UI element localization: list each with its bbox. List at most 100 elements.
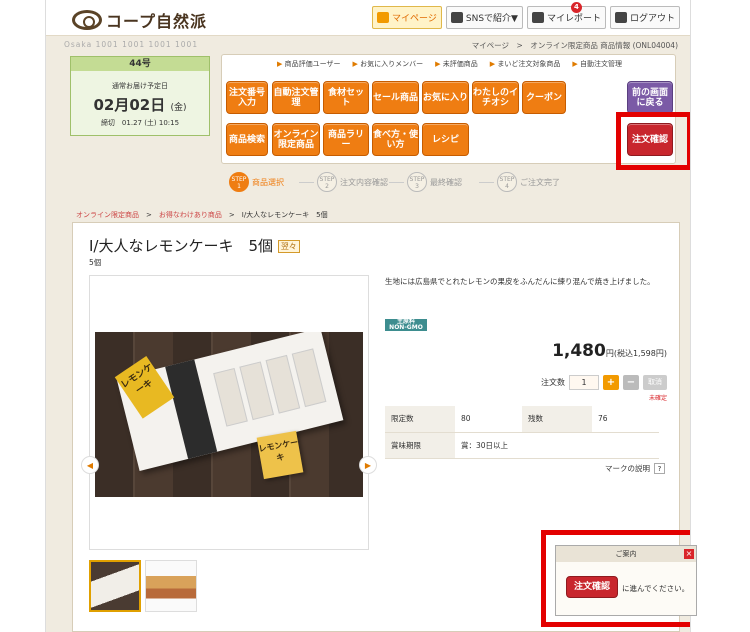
logout-button[interactable]: ログアウト xyxy=(609,6,680,29)
myreport-button[interactable]: マイレポート 4 xyxy=(526,2,606,29)
step-connector xyxy=(389,182,404,183)
cancel-button[interactable]: 取消 xyxy=(643,375,667,390)
sns-share-button[interactable]: SNSで紹介▼ xyxy=(445,6,523,29)
box-band xyxy=(165,359,218,459)
product-image-viewer: レモンケーキ レモンケーキ ◀ ▶ xyxy=(81,275,377,592)
spec-value: 賞：30日以上 xyxy=(455,432,659,459)
spec-value: 76 xyxy=(592,406,659,433)
delivery-info: 44号 通常お届け予定日 02月02日 (金) 締切 01.27 (土) 10:… xyxy=(70,56,210,136)
tile-sale[interactable]: セール商品 xyxy=(372,81,419,114)
next-image-arrow[interactable]: ▶ xyxy=(359,456,377,474)
cake-label: レモンケーキ xyxy=(256,430,304,480)
breadcrumb-online[interactable]: オンライン限定商品 xyxy=(76,211,139,219)
sub-header: Osaka 1001 1001 1001 1001 マイページ > オンライン限… xyxy=(46,36,690,52)
tile-order-number[interactable]: 注文番号入力 xyxy=(226,81,268,114)
coop-logo-icon xyxy=(72,10,102,30)
breadcrumb-current: I/大人なレモンケーキ 5個 xyxy=(241,211,328,219)
nav-link[interactable]: ▶ まいど注文対象商品 xyxy=(490,59,561,69)
increment-button[interactable]: + xyxy=(603,375,619,390)
prev-image-arrow[interactable]: ◀ xyxy=(81,456,99,474)
nav-panel: ▶ 商品評価ユーザー ▶ お気に入りメンバー ▶ 未評価商品 ▶ まいど注文対象… xyxy=(221,54,676,164)
tile-auto-order[interactable]: 自動注文管理 xyxy=(272,81,320,114)
step-3-badge: STEP 3 xyxy=(407,172,427,192)
tile-online-limited[interactable]: オンライン限定商品 xyxy=(272,123,320,156)
tile-search[interactable]: 商品検索 xyxy=(226,123,268,156)
mark-help-link[interactable]: マークの説明? xyxy=(605,463,665,474)
spec-key: 残数 xyxy=(522,406,592,433)
delivery-week: 44号 xyxy=(71,57,209,71)
step-3: STEP 3 最終確認 xyxy=(407,172,462,192)
table-row: 限定数 80 残数 76 xyxy=(385,406,659,433)
member-name: Osaka 1001 1001 1001 1001 xyxy=(64,40,199,49)
thumbnail-1[interactable] xyxy=(89,560,141,612)
highlight-box xyxy=(616,112,690,170)
tile-favorites[interactable]: お気に入り xyxy=(422,81,469,114)
price-suffix: 円(税込1,598円) xyxy=(605,349,667,358)
back-button[interactable]: 前の画面に戻る xyxy=(627,81,673,114)
step-1: STEP 1 商品選択 xyxy=(229,172,284,192)
step-2-label: 注文内容確認 xyxy=(340,177,388,187)
spec-value: 80 xyxy=(455,406,522,433)
quantity-input[interactable]: 1 xyxy=(569,375,599,390)
site-logo[interactable]: コープ自然派 xyxy=(72,8,207,32)
nav-links: ▶ 商品評価ユーザー ▶ お気に入りメンバー ▶ 未評価商品 ▶ まいど注文対象… xyxy=(222,59,677,69)
tile-rally[interactable]: 商品ラリー xyxy=(323,123,369,156)
product-quantity-text: 5個 xyxy=(89,258,102,267)
unconfirmed-label: 未確定 xyxy=(648,395,667,402)
product-title-text: I/大人なレモンケーキ 5個 xyxy=(89,237,274,255)
lock-icon xyxy=(614,12,627,23)
logo-text: コープ自然派 xyxy=(106,12,208,31)
product-photo[interactable]: レモンケーキ レモンケーキ xyxy=(95,332,363,497)
order-steps: STEP 1 商品選択 STEP 2 注文内容確認 STEP 3 最終確認 STEP … xyxy=(229,172,569,194)
mypage-button[interactable]: マイページ xyxy=(372,6,442,29)
nav-link[interactable]: ▶ 商品評価ユーザー xyxy=(277,59,341,69)
quantity-control: 注文数 1 + − 取消 xyxy=(541,375,667,390)
step-2: STEP 2 注文内容確認 xyxy=(317,172,388,192)
notification-badge: 4 xyxy=(570,2,582,13)
nav-link[interactable]: ▶ 未評価商品 xyxy=(435,59,478,69)
tile-my-pick[interactable]: わたしのイチオシ xyxy=(472,81,519,114)
thumbnail-2[interactable] xyxy=(145,560,197,612)
step-3-label: 最終確認 xyxy=(430,177,462,187)
step-1-badge: STEP 1 xyxy=(229,172,249,192)
product-price: 1,480円(税込1,598円) xyxy=(552,341,667,361)
mypage-label: マイページ xyxy=(392,14,437,24)
step-4: STEP 4 ご注文完了 xyxy=(497,172,560,192)
decrement-button[interactable]: − xyxy=(623,375,639,390)
sns-label: SNSで紹介▼ xyxy=(465,14,518,24)
nav-link[interactable]: ▶ お気に入りメンバー xyxy=(353,59,424,69)
non-gmo-badge: 主原料 NON-GMO xyxy=(385,319,427,331)
step-connector xyxy=(299,182,314,183)
tile-food-set[interactable]: 食材セット xyxy=(323,81,369,114)
help-icon: ? xyxy=(654,463,665,474)
popup-title: ご案内 × xyxy=(556,546,696,562)
breadcrumb-deals[interactable]: お得なわけあり商品 xyxy=(159,211,222,219)
tile-recipe[interactable]: レシピ xyxy=(422,123,469,156)
popup-confirm-button[interactable]: 注文確認 xyxy=(566,576,618,598)
spec-table: 限定数 80 残数 76 賞味期限 賞：30日以上 xyxy=(385,406,659,459)
delivery-tag: 翌々 xyxy=(277,240,300,253)
table-row: 賞味期限 賞：30日以上 xyxy=(385,432,659,459)
report-icon xyxy=(531,12,544,23)
myreport-label: マイレポート xyxy=(546,14,601,24)
product-title: I/大人なレモンケーキ 5個 翌々 xyxy=(89,235,300,256)
step-connector xyxy=(479,182,494,183)
tile-coupon[interactable]: クーポン xyxy=(522,81,566,114)
top-breadcrumb[interactable]: マイページ > オンライン限定商品 商品情報 (ONL04004) xyxy=(472,40,678,51)
browser-page: コープ自然派 マイページ SNSで紹介▼ マイレポート 4 ログアウト Osak… xyxy=(45,0,691,632)
step-2-badge: STEP 2 xyxy=(317,172,337,192)
delivery-day: (金) xyxy=(170,103,187,113)
thumbnail-image xyxy=(146,561,196,611)
home-icon xyxy=(377,12,390,23)
quantity-label: 注文数 xyxy=(541,378,565,387)
product-breadcrumb: オンライン限定商品 > お得なわけあり商品 > I/大人なレモンケーキ 5個 xyxy=(76,211,328,219)
step-1-label: 商品選択 xyxy=(252,177,284,187)
site-header: コープ自然派 マイページ SNSで紹介▼ マイレポート 4 ログアウト xyxy=(46,0,690,36)
step-4-label: ご注文完了 xyxy=(520,177,560,187)
popup-title-text: ご案内 xyxy=(615,550,637,558)
mark-help-text: マークの説明 xyxy=(605,464,650,473)
nav-link[interactable]: ▶ 自動注文管理 xyxy=(572,59,622,69)
close-icon[interactable]: × xyxy=(684,549,694,559)
spec-key: 限定数 xyxy=(385,406,455,433)
tile-how-to[interactable]: 食べ方・使い方 xyxy=(372,123,419,156)
